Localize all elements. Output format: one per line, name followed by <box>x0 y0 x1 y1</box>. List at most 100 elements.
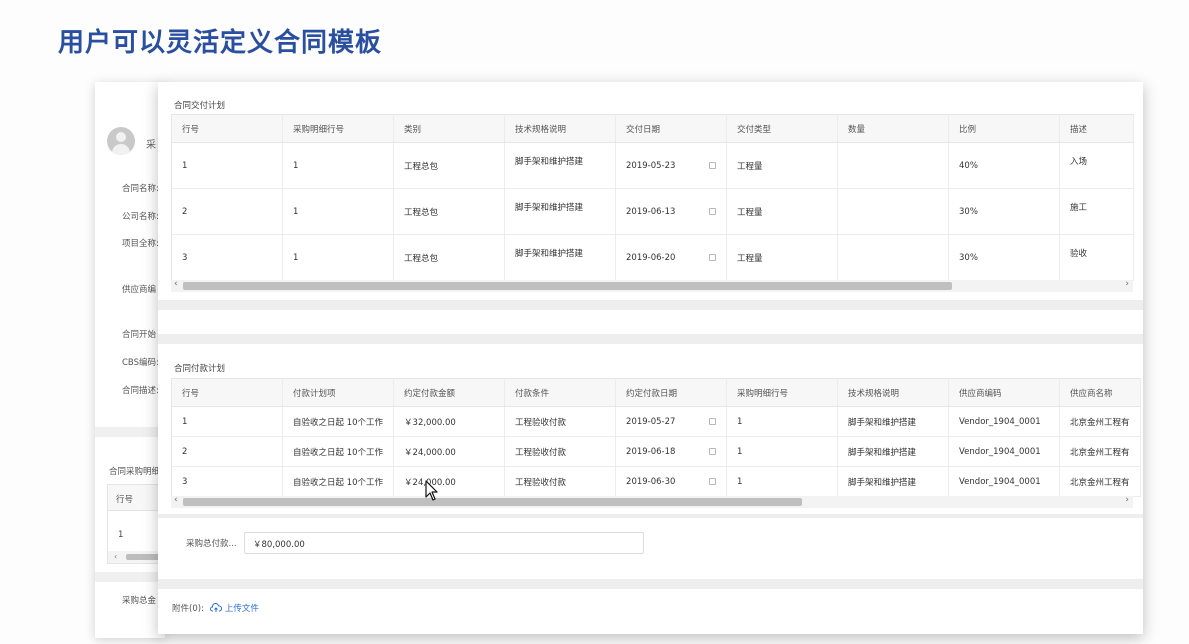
vendor-code-cell[interactable]: Vendor_1904_0001 <box>948 466 1061 497</box>
form-label-project-name: 项目全称: <box>122 239 159 249</box>
delivery-plan-table: 行号 采购明细行号 类别 技术规格说明 交付日期 交付类型 数量 比例 描述 1… <box>171 114 1134 281</box>
tech-spec-cell[interactable]: 脚手架和维护搭建 <box>504 142 616 189</box>
delivery-date-cell[interactable]: 2019-06-13 <box>615 188 727 235</box>
category-cell[interactable]: 工程总包 <box>393 188 505 235</box>
delivery-date[interactable]: 2019-05-23 <box>626 161 675 171</box>
delivery-date-cell[interactable]: 2019-05-23 <box>615 142 727 189</box>
payment-condition-link[interactable]: 工程验收付款 <box>504 406 617 437</box>
calendar-icon[interactable] <box>709 208 716 215</box>
vendor-code-cell[interactable]: Vendor_1904_0001 <box>948 436 1061 467</box>
scroll-thumb[interactable] <box>183 282 952 290</box>
horizontal-scrollbar[interactable]: ‹ <box>108 551 165 563</box>
purchase-line-number[interactable]: 1 <box>726 436 839 467</box>
calendar-icon[interactable] <box>709 162 716 169</box>
scroll-right-icon[interactable]: › <box>1125 279 1129 289</box>
payment-horizontal-scrollbar[interactable]: ‹ › <box>171 495 1133 508</box>
ratio-cell[interactable]: 30% <box>948 234 1060 281</box>
purchase-detail-table: 行号 1 ‹ <box>107 484 165 564</box>
scroll-left-icon[interactable]: ‹ <box>174 279 178 289</box>
payment-condition-link[interactable]: 工程验收付款 <box>504 466 617 497</box>
delivery-type-cell[interactable]: 工程量 <box>726 188 838 235</box>
calendar-icon[interactable] <box>709 478 717 485</box>
payment-amount-cell[interactable]: ￥24,000.00 <box>393 436 506 467</box>
ratio-cell[interactable]: 30% <box>948 188 1060 235</box>
quantity-cell[interactable] <box>837 234 949 281</box>
column-header: 类别 <box>393 114 505 143</box>
table-row[interactable]: 3 1 工程总包 脚手架和维护搭建 2019-06-20 工程量 30% 验收 <box>171 234 1134 281</box>
section-divider <box>158 579 1143 589</box>
upload-file-button[interactable]: 上传文件 <box>209 602 259 614</box>
calendar-icon[interactable] <box>709 254 716 261</box>
column-header: 行号 <box>171 114 283 143</box>
quantity-cell[interactable] <box>837 142 949 189</box>
tech-spec-cell[interactable]: 脚手架和维护搭建 <box>837 436 950 467</box>
table-header: 行号 <box>108 485 165 511</box>
scroll-thumb[interactable] <box>183 498 802 506</box>
vendor-name-cell[interactable]: 北京金州工程有 <box>1059 436 1141 467</box>
table-row[interactable]: 2 自验收之日起 10个工作 ￥24,000.00 工程验收付款 2019-06… <box>171 436 1141 467</box>
payment-date-cell[interactable]: 2019-06-30 <box>615 466 728 497</box>
tech-spec-cell[interactable]: 脚手架和维护搭建 <box>504 188 616 235</box>
tech-spec-cell[interactable]: 脚手架和维护搭建 <box>504 234 616 281</box>
vendor-code-cell[interactable]: Vendor_1904_0001 <box>948 406 1061 437</box>
purchase-line-number[interactable]: 1 <box>726 406 839 437</box>
payment-item-cell[interactable]: 自验收之日起 10个工作 <box>282 406 395 437</box>
column-header: 技术规格说明 <box>837 378 950 407</box>
mouse-cursor-icon <box>425 480 438 501</box>
payment-amount-cell[interactable]: ￥32,000.00 <box>393 406 506 437</box>
column-header: 数量 <box>837 114 949 143</box>
table-row[interactable]: 2 1 工程总包 脚手架和维护搭建 2019-06-13 工程量 30% 施工 <box>171 188 1134 235</box>
column-header: 付款计划项 <box>282 378 395 407</box>
table-row[interactable]: 3 自验收之日起 10个工作 ￥24,000.00 工程验收付款 2019-06… <box>171 466 1141 497</box>
delivery-horizontal-scrollbar[interactable]: ‹ › <box>171 279 1133 292</box>
description-cell[interactable]: 入场 <box>1059 142 1134 189</box>
payment-condition-link[interactable]: 工程验收付款 <box>504 436 617 467</box>
payment-date-cell[interactable]: 2019-06-18 <box>615 436 728 467</box>
column-header: 描述 <box>1059 114 1134 143</box>
payment-item-cell[interactable]: 自验收之日起 10个工作 <box>282 436 395 467</box>
payment-date[interactable]: 2019-06-18 <box>626 447 675 457</box>
delivery-type-cell[interactable]: 工程量 <box>726 142 838 189</box>
calendar-icon[interactable] <box>709 448 717 455</box>
category-cell[interactable]: 工程总包 <box>393 142 505 189</box>
slide: 用户可以灵活定义合同模板 采 合同名称: 公司名称: 项目全称: 供应商编 合同… <box>0 0 1189 644</box>
column-header: 约定付款日期 <box>615 378 728 407</box>
description-cell[interactable]: 施工 <box>1059 188 1134 235</box>
cloud-upload-icon <box>209 603 222 612</box>
scroll-left-icon[interactable]: ‹ <box>114 552 117 561</box>
attachments-row: 附件(0): 上传文件 <box>172 602 259 614</box>
scroll-left-icon[interactable]: ‹ <box>174 495 178 505</box>
description-cell[interactable]: 验收 <box>1059 234 1134 281</box>
user-name: 采 <box>146 140 156 151</box>
quantity-cell[interactable] <box>837 188 949 235</box>
column-header: 约定付款金额 <box>393 378 506 407</box>
purchase-line-number[interactable]: 1 <box>726 466 839 497</box>
section-divider <box>158 300 1143 310</box>
purchase-line-number[interactable]: 1 <box>282 234 394 281</box>
ratio-cell[interactable]: 40% <box>948 142 1060 189</box>
delivery-date-cell[interactable]: 2019-06-20 <box>615 234 727 281</box>
scroll-right-icon[interactable]: › <box>1125 495 1129 505</box>
delivery-date[interactable]: 2019-06-13 <box>626 207 675 217</box>
vendor-name-cell[interactable]: 北京金州工程有 <box>1059 466 1141 497</box>
payment-amount-cell[interactable]: ￥24,000.00 <box>393 466 506 497</box>
payment-date[interactable]: 2019-05-27 <box>626 417 675 427</box>
delivery-date[interactable]: 2019-06-20 <box>626 253 675 263</box>
upload-file-label[interactable]: 上传文件 <box>225 602 259 614</box>
payment-date[interactable]: 2019-06-30 <box>626 477 675 487</box>
category-cell[interactable]: 工程总包 <box>393 234 505 281</box>
purchase-line-number[interactable]: 1 <box>282 188 394 235</box>
payment-date-cell[interactable]: 2019-05-27 <box>615 406 728 437</box>
calendar-icon[interactable] <box>709 418 717 425</box>
tech-spec-cell[interactable]: 脚手架和维护搭建 <box>837 406 950 437</box>
vendor-name-cell[interactable]: 北京金州工程有 <box>1059 406 1141 437</box>
row-number: 2 <box>171 436 283 467</box>
row-number: 1 <box>171 406 283 437</box>
delivery-type-cell[interactable]: 工程量 <box>726 234 838 281</box>
tech-spec-cell[interactable]: 脚手架和维护搭建 <box>837 466 950 497</box>
table-row[interactable]: 1 1 工程总包 脚手架和维护搭建 2019-05-23 工程量 40% 入场 <box>171 142 1134 189</box>
purchase-total-input[interactable]: ￥80,000.00 <box>244 532 644 554</box>
purchase-line-number[interactable]: 1 <box>282 142 394 189</box>
table-row[interactable]: 1 自验收之日起 10个工作 ￥32,000.00 工程验收付款 2019-05… <box>171 406 1141 437</box>
payment-item-cell[interactable]: 自验收之日起 10个工作 <box>282 466 395 497</box>
